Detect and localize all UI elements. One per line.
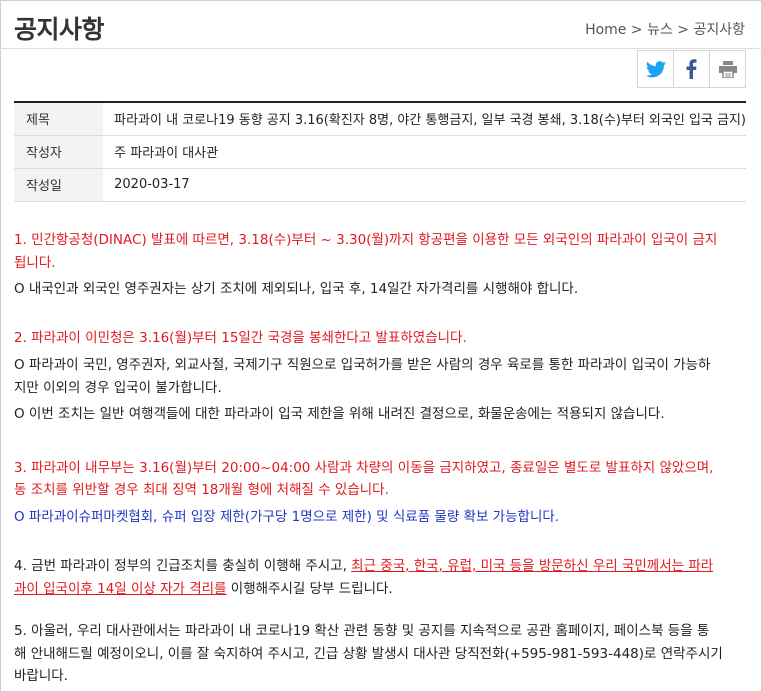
print-icon (718, 60, 737, 78)
breadcrumb-home[interactable]: Home (585, 22, 626, 38)
section4-line: 과이 입국이후 14일 이상 자가 격리를 이행해주시길 당부 드립니다. (14, 578, 746, 601)
facebook-icon (686, 59, 697, 79)
page-title: 공지사항 (14, 15, 105, 44)
post-body: 1. 민간항공청(DINAC) 발표에 따르면, 3.18(수)부터 ~ 3.3… (14, 229, 746, 688)
section4-highlight: 과이 입국이후 14일 이상 자가 격리를 (14, 580, 227, 597)
breadcrumb-separator: > (677, 22, 690, 38)
section3-line: 동 조치를 위반할 경우 최대 징역 18개월 형에 처해질 수 있습니다. (14, 482, 389, 498)
post-info-table: 제목 파라과이 내 코로나19 동향 공지 3.16(확진자 8명, 야간 통행… (14, 101, 746, 202)
info-row-author: 작성자 주 파라과이 대사관 (14, 135, 746, 169)
breadcrumb-news[interactable]: 뉴스 (647, 22, 673, 38)
info-row-subject: 제목 파라과이 내 코로나19 동향 공지 3.16(확진자 8명, 야간 통행… (14, 102, 746, 136)
facebook-share-button[interactable] (673, 50, 710, 88)
info-row-date: 작성일 2020-03-17 (14, 168, 746, 202)
breadcrumb: Home > 뉴스 > 공지사항 (585, 19, 745, 39)
section2-line: 2. 파라과이 이민청은 3.16(월)부터 15일간 국경을 봉쇄한다고 발표… (14, 329, 467, 346)
section5-line: 5. 아울러, 우리 대사관에서는 파라과이 내 코로나19 확산 관련 동향 … (14, 623, 710, 639)
twitter-icon (645, 60, 666, 77)
section3-line: O 파라과이슈퍼마켓협회, 슈퍼 입장 제한(가구당 1명으로 제한) 및 식료… (14, 508, 560, 525)
section3-line: 3. 파라과이 내무부는 3.16(월)부터 20:00~04:00 사람과 차… (14, 459, 714, 476)
title-divider (0, 48, 762, 49)
twitter-share-button[interactable] (637, 50, 674, 88)
print-button[interactable] (709, 50, 746, 88)
section1-line: 됩니다. (14, 254, 56, 271)
author-label: 작성자 (14, 135, 104, 169)
section5-line: 바랍니다. (14, 668, 68, 684)
section1-line: O 내국인과 외국인 영주권자는 상기 조치에 제외되나, 입국 후, 14일간… (14, 281, 579, 297)
section4-text: 4. 금번 파라과이 정부의 긴급조치를 충실히 이행해 주시고, (14, 558, 352, 574)
breadcrumb-current: 공지사항 (693, 22, 745, 38)
date-value: 2020-03-17 (103, 168, 746, 202)
share-buttons (637, 50, 746, 88)
section2-line: 지만 이외의 경우 입국이 불가합니다. (14, 379, 222, 396)
section2-line: O 이번 조치는 일반 여행객들에 대한 파라과이 입국 제한을 위해 내려진 … (14, 406, 665, 422)
subject-value: 파라과이 내 코로나19 동향 공지 3.16(확진자 8명, 야간 통행금지,… (103, 102, 746, 136)
section5-line: 해 안내해드릴 예정이오니, 이를 잘 숙지하여 주시고, 긴급 상황 발생시 … (14, 645, 723, 662)
breadcrumb-separator: > (630, 22, 643, 38)
date-label: 작성일 (14, 168, 104, 202)
section1-line: 1. 민간항공청(DINAC) 발표에 따르면, 3.18(수)부터 ~ 3.3… (14, 232, 718, 248)
section4-highlight: 최근 중국, 한국, 유럽, 미국 등을 방문하신 우리 국민께서는 파라 (351, 558, 714, 574)
author-value: 주 파라과이 대사관 (103, 135, 746, 169)
subject-label: 제목 (14, 102, 104, 136)
section4-text: 이행해주시길 당부 드립니다. (226, 580, 393, 597)
section4-line: 4. 금번 파라과이 정부의 긴급조치를 충실히 이행해 주시고, 최근 중국,… (14, 555, 746, 578)
section2-line: O 파라과이 국민, 영주권자, 외교사절, 국제기구 직원으로 입국허가를 받… (14, 357, 711, 373)
